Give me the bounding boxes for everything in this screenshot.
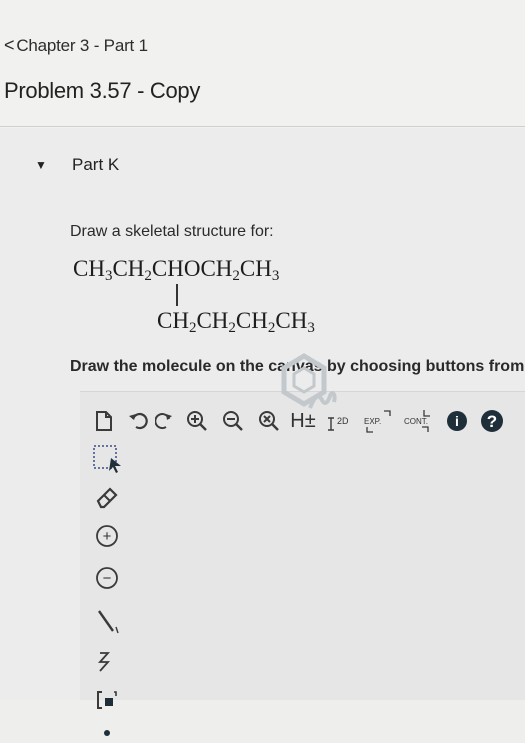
select-tool-icon[interactable] bbox=[90, 441, 124, 475]
back-link[interactable]: < Chapter 3 - Part 1 bbox=[4, 35, 148, 56]
formula-subscript: 2 bbox=[232, 268, 240, 284]
condensed-formula-branch: CH2CH2CH2CH3 bbox=[157, 308, 315, 336]
info-icon[interactable]: i bbox=[444, 407, 470, 435]
formula-text: CH bbox=[73, 256, 105, 281]
chain-tool-icon[interactable] bbox=[90, 645, 124, 679]
negative-charge-icon[interactable]: − bbox=[90, 563, 124, 593]
formula-branch-bond bbox=[176, 284, 178, 306]
problem-content: ▼ Part K Draw a skeletal structure for: … bbox=[0, 128, 525, 736]
info-glyph: i bbox=[455, 413, 459, 429]
positive-charge-icon[interactable]: + bbox=[90, 521, 124, 551]
expand-label: EXP. bbox=[364, 417, 381, 426]
formula-subscript: 2 bbox=[144, 268, 152, 284]
formula-subscript: 3 bbox=[307, 320, 315, 336]
formula-text: CHOCH bbox=[151, 256, 233, 281]
back-link-label: Chapter 3 - Part 1 bbox=[16, 36, 148, 55]
formula-text: CH bbox=[196, 308, 229, 333]
redo-icon[interactable] bbox=[154, 407, 176, 435]
negative-charge-glyph: − bbox=[103, 570, 112, 587]
page-title: Problem 3.57 - Copy bbox=[4, 78, 201, 103]
collapse-caret-icon[interactable]: ▼ bbox=[35, 158, 47, 172]
question-prompt: Draw a skeletal structure for: bbox=[70, 223, 274, 240]
formula-text: CH bbox=[235, 308, 268, 333]
new-document-icon[interactable] bbox=[92, 407, 116, 435]
condensed-formula-main: CH3CH2CHOCH2CH3 bbox=[73, 256, 280, 284]
zoom-out-icon[interactable] bbox=[220, 407, 246, 435]
single-bond-icon[interactable] bbox=[90, 603, 124, 637]
molecule-editor: H± 2D EXP. CONT. i ? + − bbox=[80, 391, 525, 736]
bracket-tool-icon[interactable] bbox=[90, 685, 124, 715]
formula-subscript: 3 bbox=[271, 268, 280, 284]
header-divider bbox=[0, 126, 525, 127]
formula-subscript: 2 bbox=[228, 320, 236, 336]
chevron-left-icon: < bbox=[4, 35, 15, 55]
header: < Chapter 3 - Part 1 Problem 3.57 - Copy bbox=[0, 0, 525, 128]
contract-icon[interactable]: CONT. bbox=[402, 407, 438, 435]
part-title[interactable]: Part K bbox=[72, 155, 119, 175]
formula-text: CH bbox=[275, 308, 308, 333]
undo-icon[interactable] bbox=[126, 407, 150, 435]
formula-text: CH bbox=[157, 308, 189, 333]
zoom-in-icon[interactable] bbox=[184, 407, 210, 435]
help-glyph: ? bbox=[487, 412, 497, 431]
dot-tool-icon[interactable] bbox=[90, 723, 124, 743]
formula-text: CH bbox=[239, 256, 272, 281]
formula-text: CH bbox=[112, 256, 145, 281]
editor-logo-icon bbox=[270, 350, 350, 425]
help-icon[interactable]: ? bbox=[478, 407, 506, 435]
contract-label: CONT. bbox=[404, 417, 428, 426]
positive-charge-glyph: + bbox=[103, 528, 112, 545]
expand-icon[interactable]: EXP. bbox=[362, 407, 396, 435]
drawing-canvas[interactable] bbox=[128, 441, 525, 700]
eraser-tool-icon[interactable] bbox=[90, 481, 124, 513]
